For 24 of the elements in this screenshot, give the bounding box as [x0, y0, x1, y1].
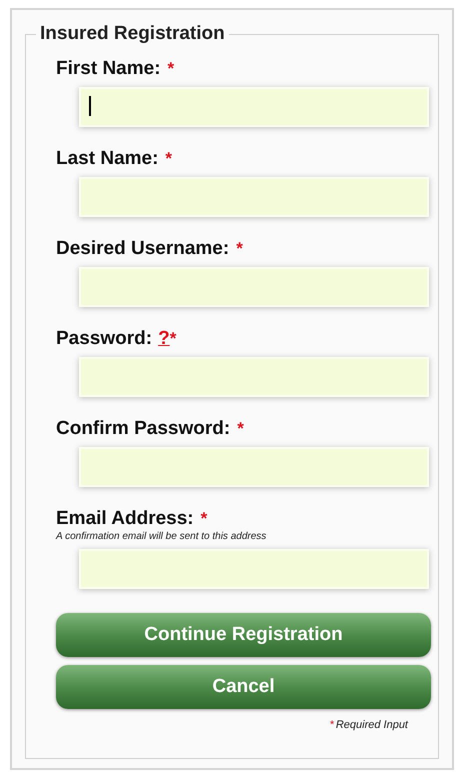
required-asterisk: *	[165, 148, 172, 170]
required-asterisk: *	[236, 238, 243, 260]
field-label: Email Address:	[56, 507, 194, 531]
field-label: Last Name:	[56, 147, 158, 171]
input-field[interactable]	[79, 267, 429, 307]
field-label: Confirm Password:	[56, 417, 230, 441]
input-field[interactable]	[79, 447, 429, 487]
required-asterisk: *	[168, 58, 174, 80]
required-asterisk: *	[170, 328, 176, 350]
required-asterisk: *	[330, 718, 334, 733]
field-label: First Name:	[56, 57, 161, 81]
field-label: Password:	[56, 327, 152, 351]
field-hint: A confirmation email will be sent to this address	[56, 531, 268, 543]
input-field[interactable]	[79, 357, 429, 397]
input-field[interactable]	[79, 87, 429, 127]
required-note: Required Input	[336, 718, 408, 733]
required-asterisk: *	[200, 508, 208, 530]
help-link[interactable]: ?	[158, 327, 170, 351]
input-field[interactable]	[79, 177, 429, 217]
required-asterisk: *	[237, 418, 244, 440]
form-button[interactable]: Cancel	[56, 665, 431, 709]
input-field[interactable]	[79, 549, 429, 589]
form-button[interactable]: Continue Registration	[56, 613, 431, 657]
field-label: Desired Username:	[56, 237, 230, 261]
